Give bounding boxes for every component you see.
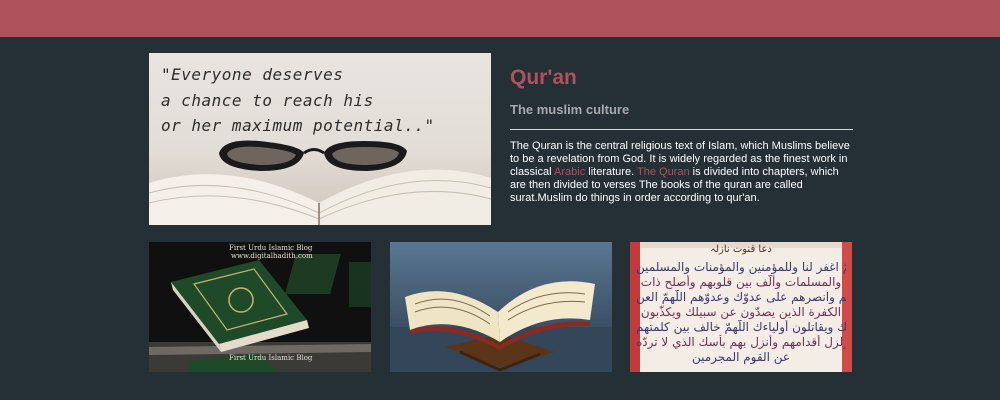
arabic-text-line: رسلك ويقاتلون أولياءك اللّٰهمّ خالف بين … [636, 320, 846, 334]
article-description: The Quran is the central religious text … [510, 140, 855, 205]
arabic-text-line: اللّٰهمّ اغفر لنا وللمؤمنين والمؤمنات وا… [636, 260, 846, 274]
hero-image: "Everyone deserves a chance to reach his… [149, 53, 491, 225]
title-divider [510, 129, 853, 130]
hero-quote-line: or her maximum potential.." [161, 116, 435, 135]
quran-books-image [149, 242, 371, 372]
arabic-text-line: والمسلمات وألّف بين قلوبهم وأصلح ذات [640, 275, 842, 289]
arabic-text-line: بينهم وانصرهم على عدوّك وعدوّهم اللّٰهمّ… [636, 290, 846, 304]
hero-quote-line: a chance to reach his [161, 91, 374, 110]
thumbnail-caption: www.digitalhadith.com [231, 252, 313, 260]
quran-link[interactable]: The Quran [637, 166, 690, 178]
open-quran-thumbnail[interactable] [390, 242, 612, 372]
dua-qunoot-thumbnail[interactable]: دعا قنوت نازلہ اللّٰهمّ اغفر لنا وللمؤمن… [630, 242, 852, 372]
quran-books-thumbnail[interactable]: First Urdu Islamic Blog www.digitalhadit… [149, 242, 371, 372]
arabic-link[interactable]: Arabic [554, 166, 585, 178]
header-bar [0, 0, 1000, 37]
arabic-text-line: عن القوم المجرمين [691, 350, 791, 364]
page-subtitle: The muslim culture [510, 102, 630, 117]
open-quran-on-stand-image [390, 242, 612, 372]
thumbnail-caption: First Urdu Islamic Blog [229, 244, 313, 252]
arabic-text-line: وزلزل أقدامهم وأنزل بهم بأسك الذي لا ترد… [636, 335, 846, 349]
article-text: literature. [585, 166, 637, 178]
thumbnail-caption: First Urdu Islamic Blog [229, 354, 313, 362]
page-title: Qur'an [510, 66, 577, 89]
arabic-text-line: الكفرة الذين يصدّون عن سبيلك ويكذّبون [640, 305, 842, 319]
hero-quote-line: "Everyone deserves [161, 65, 344, 84]
dua-heading: دعا قنوت نازلہ [710, 244, 772, 255]
